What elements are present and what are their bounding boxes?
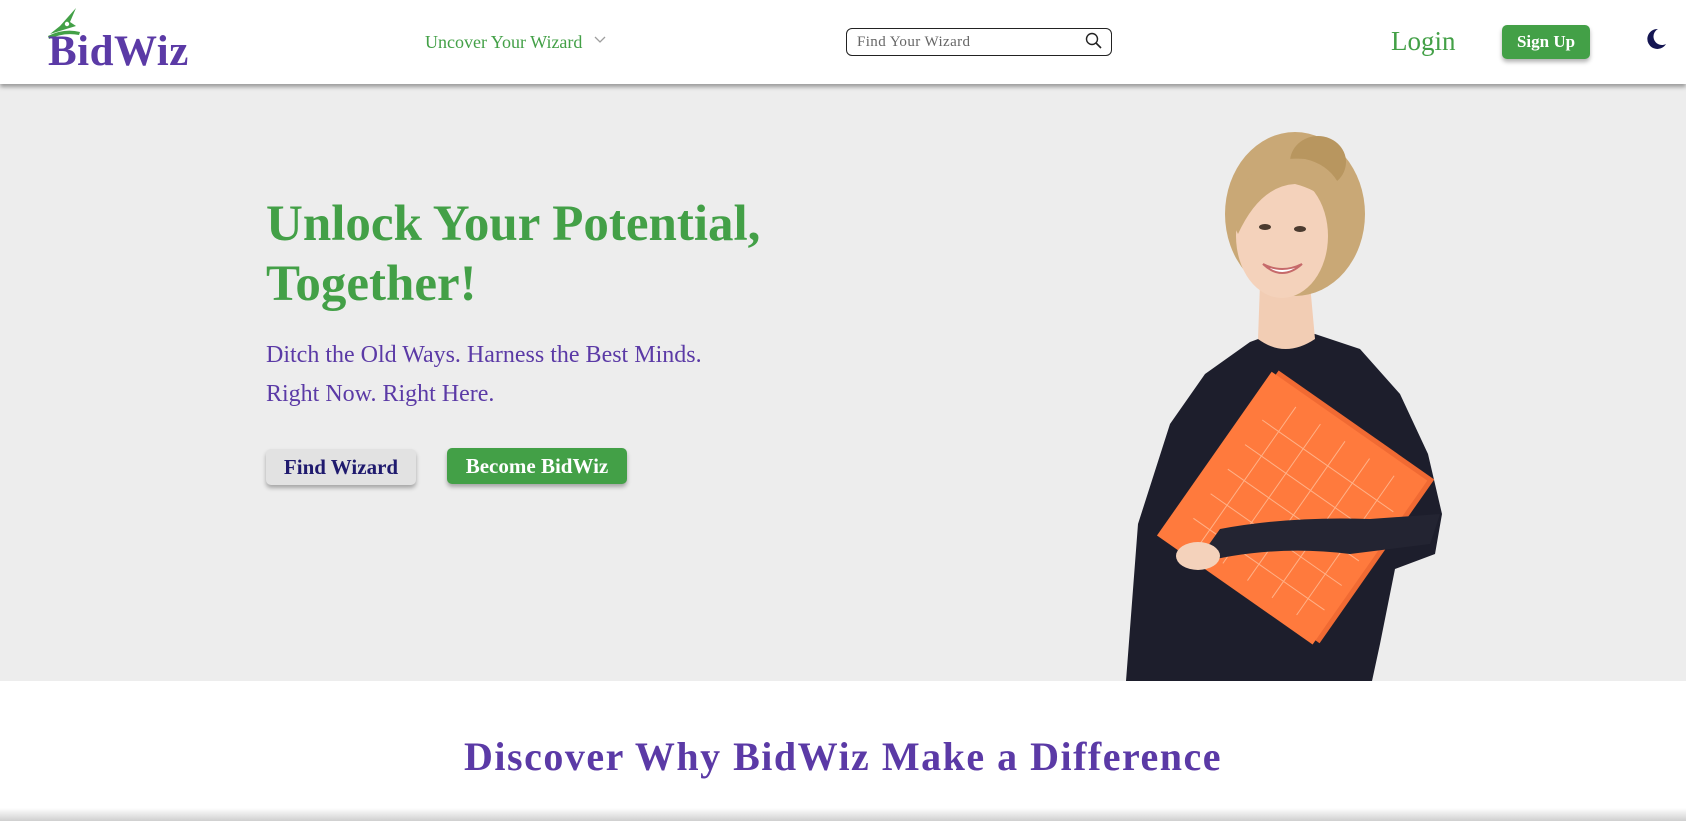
hero-title: Unlock Your Potential, Together!: [266, 196, 761, 312]
hero-subtitle: Ditch the Old Ways. Harness the Best Min…: [266, 336, 826, 414]
brand-name: BidWiz: [48, 28, 189, 75]
navbar: BidWiz Uncover Your Wizard Login Sign Up: [0, 0, 1686, 84]
uncover-wizard-label: Uncover Your Wizard: [425, 32, 583, 52]
search-icon[interactable]: [1085, 32, 1103, 50]
moon-icon[interactable]: [1645, 27, 1667, 51]
find-wizard-button[interactable]: Find Wizard: [266, 449, 416, 485]
hero-section: Unlock Your Potential, Together! Ditch t…: [0, 84, 1686, 681]
search-box: [846, 28, 1112, 56]
signup-button[interactable]: Sign Up: [1502, 25, 1590, 59]
login-link[interactable]: Login: [1391, 26, 1456, 57]
chevron-down-icon: [594, 36, 606, 43]
brand-logo[interactable]: BidWiz: [46, 4, 196, 76]
hero-subtitle-line-2: Right Now. Right Here.: [266, 381, 495, 407]
become-bidwiz-button[interactable]: Become BidWiz: [447, 448, 627, 484]
uncover-wizard-menu[interactable]: Uncover Your Wizard: [425, 32, 606, 53]
section-divider: [0, 808, 1686, 821]
section-title: Discover Why BidWiz Make a Difference: [464, 734, 1222, 779]
search-input[interactable]: [857, 32, 1077, 52]
hero-subtitle-line-1: Ditch the Old Ways. Harness the Best Min…: [266, 342, 702, 368]
hero-person-image: [1126, 132, 1442, 681]
